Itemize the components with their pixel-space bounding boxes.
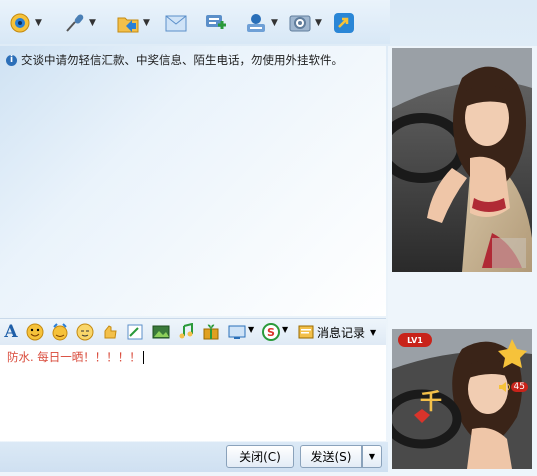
- input-text: 防水. 每日一晒！！！！！: [7, 350, 141, 364]
- settings-icon: [288, 11, 312, 35]
- send-file-button[interactable]: ▼: [116, 10, 150, 36]
- chevron-down-icon: ▼: [370, 327, 377, 337]
- create-discussion-icon: [204, 11, 228, 35]
- close-button[interactable]: 关闭(C): [226, 445, 294, 468]
- share-icon: [332, 11, 356, 35]
- screenshot-icon[interactable]: [228, 323, 246, 341]
- message-history-button[interactable]: 消息记录 ▼: [298, 322, 376, 342]
- chevron-down-icon[interactable]: ▼: [271, 18, 278, 28]
- format-toolbar: A ▼ S ▼ 消息记录 ▼: [0, 318, 386, 345]
- chevron-down-icon[interactable]: ▼: [315, 18, 322, 28]
- magic-emoticon-icon[interactable]: [51, 323, 69, 341]
- level-badge: LV1: [398, 333, 432, 347]
- search-icon[interactable]: S: [262, 323, 280, 341]
- close-button-label: 关闭(C): [239, 450, 281, 464]
- emoticon-icon[interactable]: [26, 323, 44, 341]
- history-icon: [298, 325, 314, 339]
- chevron-down-icon: ▼: [368, 452, 376, 461]
- send-button[interactable]: 发送(S): [300, 445, 362, 468]
- chevron-down-icon[interactable]: ▼: [282, 325, 288, 334]
- level-number: 45: [510, 382, 528, 392]
- email-icon: [164, 11, 188, 35]
- app-center-button[interactable]: ▼: [244, 10, 278, 36]
- shake-icon[interactable]: [101, 323, 119, 341]
- font-icon[interactable]: A: [2, 322, 20, 342]
- chevron-down-icon[interactable]: ▼: [143, 18, 150, 28]
- app-center-icon: [244, 11, 268, 35]
- contact-show-photo[interactable]: [392, 48, 532, 272]
- chat-toolbar: ▼ ▼ ▼ ▼ ▼: [0, 0, 390, 44]
- speaker-icon[interactable]: [498, 381, 512, 396]
- contact-avatar-photo[interactable]: 千 LV1 45: [392, 329, 532, 469]
- send-options-button[interactable]: ▼: [362, 445, 382, 468]
- security-notice-text: 交谈中请勿轻信汇款、中奖信息、陌生电话，勿使用外挂软件。: [21, 53, 343, 67]
- send-file-icon: [116, 11, 140, 35]
- email-button[interactable]: [164, 10, 188, 36]
- share-button[interactable]: [332, 10, 356, 36]
- create-discussion-button[interactable]: [204, 10, 228, 36]
- scribble-icon[interactable]: [126, 323, 144, 341]
- voice-call-button[interactable]: ▼: [62, 10, 96, 36]
- settings-button[interactable]: ▼: [288, 10, 322, 36]
- smile-face-icon[interactable]: [76, 323, 94, 341]
- gift-icon[interactable]: [202, 323, 220, 341]
- chevron-down-icon[interactable]: ▼: [35, 18, 42, 28]
- image-icon[interactable]: [152, 323, 170, 341]
- video-call-button[interactable]: ▼: [8, 10, 42, 36]
- chevron-down-icon[interactable]: ▼: [89, 18, 96, 28]
- svg-text:S: S: [267, 326, 275, 339]
- info-icon: i: [6, 54, 17, 66]
- text-caret: [142, 351, 144, 364]
- voice-call-icon: [62, 11, 86, 35]
- chevron-down-icon[interactable]: ▼: [248, 325, 254, 334]
- message-history-area[interactable]: [0, 46, 386, 316]
- video-call-icon: [8, 11, 32, 35]
- message-input[interactable]: 防水. 每日一晒！！！！！: [0, 345, 386, 441]
- send-button-label: 发送(S): [310, 450, 352, 464]
- message-history-label: 消息记录: [317, 325, 366, 340]
- action-bar: 关闭(C) 发送(S) ▼: [0, 442, 390, 472]
- music-icon[interactable]: [177, 323, 195, 341]
- security-notice: i 交谈中请勿轻信汇款、中奖信息、陌生电话，勿使用外挂软件。: [6, 52, 343, 68]
